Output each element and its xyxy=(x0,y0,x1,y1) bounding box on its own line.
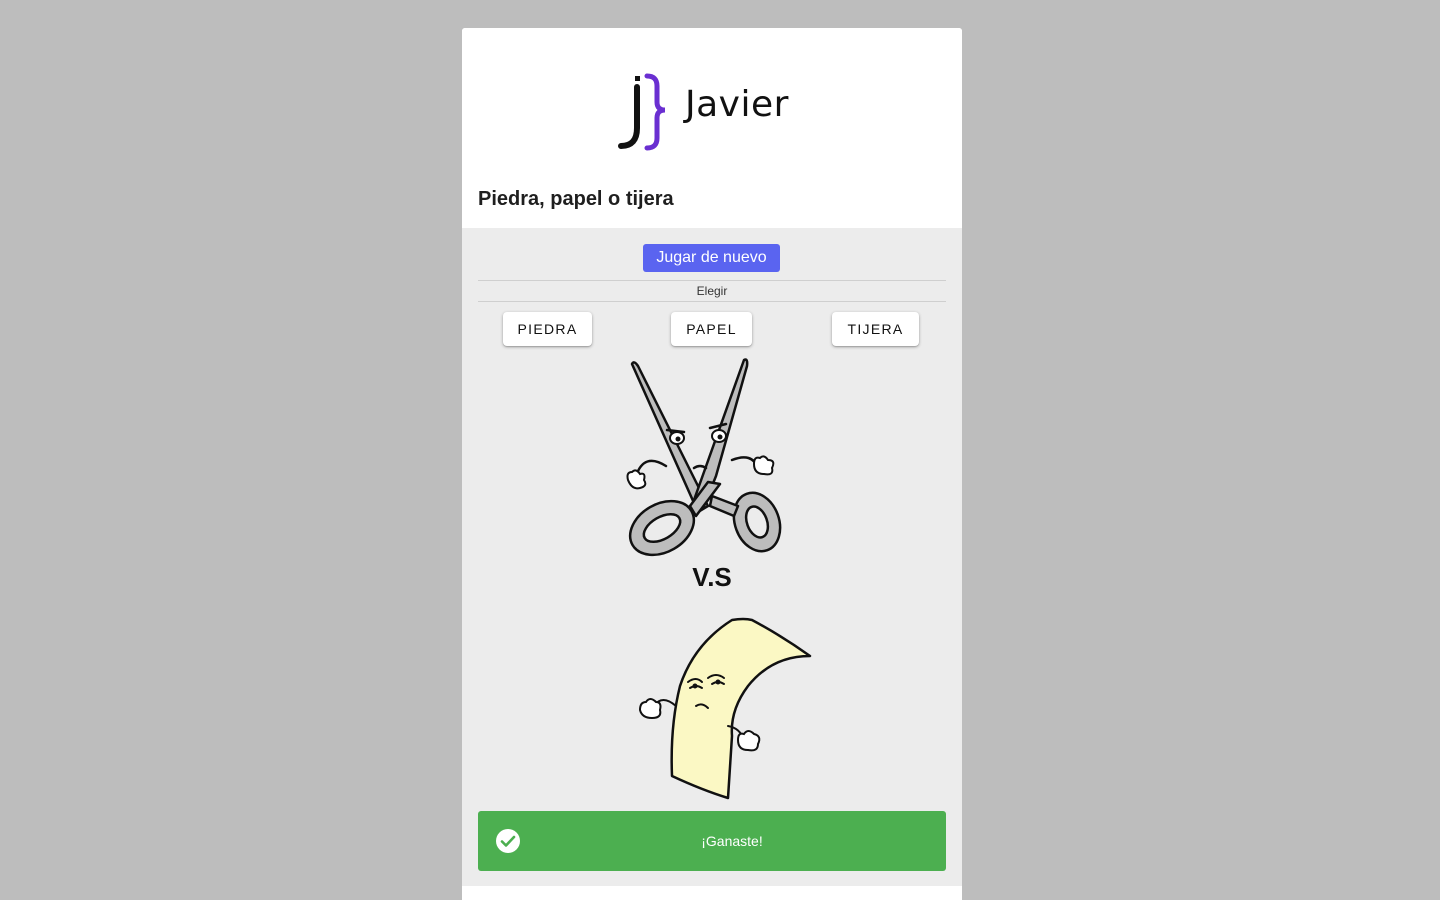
app-card: Javier Piedra, papel o tijera Jugar de n… xyxy=(462,28,962,900)
choose-label: Elegir xyxy=(696,284,728,298)
brace-logo-icon xyxy=(618,73,666,151)
vs-label: V.S xyxy=(692,562,732,592)
game-area: Jugar de nuevo Elegir PIEDRA PAPEL TIJER… xyxy=(462,228,962,886)
page-title: Piedra, papel o tijera xyxy=(478,188,674,210)
replay-button[interactable]: Jugar de nuevo xyxy=(643,244,780,272)
logo-text: Javier xyxy=(685,84,789,125)
result-message: ¡Ganaste! xyxy=(701,833,763,849)
paper-button[interactable]: PAPEL xyxy=(671,312,752,346)
result-banner: ¡Ganaste! xyxy=(478,811,946,871)
header: Javier Piedra, papel o tijera xyxy=(462,28,962,228)
rock-button[interactable]: PIEDRA xyxy=(503,312,592,346)
paper-character-icon xyxy=(638,617,812,800)
scissors-character-icon xyxy=(626,358,782,557)
choose-divider: Elegir xyxy=(478,280,946,302)
scissors-button[interactable]: TIJERA xyxy=(832,312,919,346)
logo: Javier xyxy=(617,72,807,152)
